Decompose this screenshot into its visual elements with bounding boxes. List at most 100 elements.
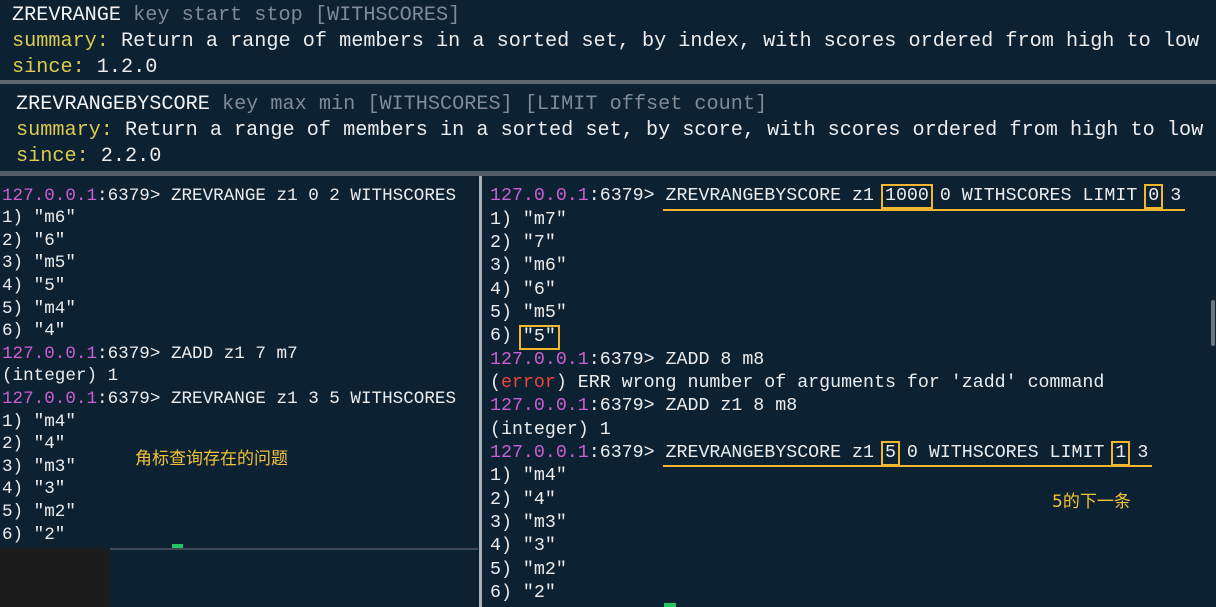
- section-divider: [0, 80, 1216, 84]
- result-index: 6): [490, 326, 512, 347]
- result-index: 4): [2, 276, 24, 297]
- result-value: "2": [522, 583, 556, 604]
- prompt-line: 127.0.0.1 :6379> ZADD 8 m8: [490, 349, 1185, 372]
- result-value: "m4": [33, 411, 76, 432]
- terminal-output: 127.0.0.1 :6379> ZREVRANGEBYSCORE z1 100…: [490, 184, 1186, 605]
- help-args: key start stop [WITHSCORES]: [133, 4, 461, 27]
- result-value: "4": [33, 321, 66, 342]
- prompt-port: :6379>: [97, 389, 161, 410]
- error-message: ) ERR wrong number of arguments for 'zad…: [555, 373, 1105, 394]
- prompt-host: 127.0.0.1: [2, 343, 98, 364]
- help-command: ZREVRANGEBYSCORE: [16, 93, 210, 116]
- result-index: 2): [2, 434, 24, 455]
- prompt-host: 127.0.0.1: [2, 389, 98, 410]
- highlighted-offset: 0: [1144, 184, 1164, 210]
- command-segment: 3: [1159, 186, 1182, 207]
- result-index: 2): [490, 489, 512, 510]
- result-index: 1): [490, 209, 512, 230]
- result-row: 2) "7": [490, 232, 1185, 255]
- result-index: 5): [490, 303, 512, 324]
- highlighted-max-score: 1000: [880, 184, 933, 210]
- result-value: "7": [522, 232, 556, 253]
- result-index: 6): [2, 524, 24, 545]
- result-value: "3": [33, 479, 66, 500]
- result-index: 4): [2, 479, 24, 500]
- since-version: 2.2.0: [100, 145, 162, 168]
- help-args: key max min [WITHSCORES] [LIMIT offset c…: [221, 93, 768, 116]
- prompt-line: 127.0.0.1 :6379> ZREVRANGEBYSCORE z1 100…: [490, 184, 1186, 211]
- result-index: 3): [490, 256, 512, 277]
- command-entry: 127.0.0.1 :6379> ZREVRANGE z1 0 2 WITHSC…: [2, 185, 456, 343]
- command-text: ZREVRANGEBYSCORE z1 5 0 WITHSCORES LIMIT…: [662, 441, 1153, 468]
- help-signature: ZREVRANGE key start stop [WITHSCORES]: [12, 3, 1199, 29]
- result-index: 1): [490, 466, 512, 487]
- result-row: 4) "3": [2, 478, 456, 501]
- result-row: 6) "5": [490, 324, 1185, 350]
- command-text: ZREVRANGE z1 3 5 WITHSCORES: [170, 389, 457, 410]
- result-value: "6": [522, 279, 556, 300]
- result-value: "5": [33, 276, 66, 297]
- result-row: 1) "m4": [2, 411, 456, 434]
- help-signature: ZREVRANGEBYSCORE key max min [WITHSCORES…: [16, 92, 1203, 118]
- scrollbar-thumb[interactable]: [1211, 300, 1215, 346]
- result-value: "m6": [33, 208, 76, 229]
- prompt-host: 127.0.0.1: [2, 185, 98, 206]
- result-index: 5): [490, 559, 512, 580]
- prompt-port: :6379>: [588, 186, 655, 207]
- result-value: "m2": [33, 502, 76, 522]
- command-text: ZADD 8 m8: [665, 349, 765, 370]
- result-row: 4) "6": [490, 279, 1185, 302]
- highlighted-result-value: "5": [518, 324, 560, 350]
- prompt-line: 127.0.0.1 :6379> ZREVRANGE z1 0 2 WITHSC…: [2, 185, 456, 208]
- command-entry: 127.0.0.1 :6379> ZREVRANGEBYSCORE z1 100…: [490, 184, 1186, 350]
- terminal-pane-right[interactable]: 127.0.0.1 :6379> ZREVRANGEBYSCORE z1 100…: [482, 176, 1216, 607]
- command-help-zrevrange: ZREVRANGE key start stop [WITHSCORES] su…: [12, 3, 1199, 81]
- command-entry: 127.0.0.1 :6379> ZREVRANGEBYSCORE z1 5 0…: [490, 441, 1185, 605]
- prompt-line: 127.0.0.1 :6379> ZADD z1 8 m8: [490, 395, 1185, 418]
- summary-text: Return a range of members in a sorted se…: [125, 119, 1204, 142]
- help-summary: summary: Return a range of members in a …: [12, 29, 1199, 55]
- result-row: 1) "m6": [2, 207, 456, 230]
- result-value: "4": [33, 434, 66, 455]
- result-value: "m3": [522, 513, 567, 534]
- command-text: ZREVRANGEBYSCORE z1 1000 0 WITHSCORES LI…: [662, 184, 1186, 211]
- result-row: 3) "m6": [490, 255, 1185, 278]
- since-label: since:: [16, 145, 89, 168]
- command-segment: ZREVRANGEBYSCORE z1: [665, 443, 885, 464]
- annotation-note: 5的下一条: [1052, 492, 1131, 512]
- result-row: 5) "m5": [490, 302, 1185, 325]
- summary-label: summary:: [12, 30, 109, 53]
- result-row: 6) "2": [490, 582, 1185, 605]
- result-value: "m7": [522, 209, 567, 230]
- result-row: 4) "3": [490, 535, 1185, 558]
- help-command: ZREVRANGE: [12, 4, 122, 27]
- command-entry: 127.0.0.1 :6379> ZADD z1 8 m8 (integer) …: [490, 395, 1185, 442]
- result-value: "2": [33, 524, 66, 545]
- result-index: 6): [2, 321, 24, 342]
- terminal-pane-left[interactable]: 127.0.0.1 :6379> ZREVRANGE z1 0 2 WITHSC…: [0, 176, 478, 607]
- result-index: 2): [490, 232, 512, 253]
- result-row: 5) "m2": [2, 501, 456, 524]
- prompt-port: :6379>: [588, 443, 655, 464]
- command-segment: ZREVRANGEBYSCORE z1: [665, 186, 885, 207]
- highlighted-offset: 1: [1111, 441, 1131, 467]
- result-value: "m4": [522, 466, 567, 487]
- result-row: 3) "m5": [2, 252, 456, 275]
- result-index: 5): [2, 298, 24, 319]
- result-row: 1) "m4": [490, 465, 1185, 488]
- result-row: 1) "m7": [490, 209, 1185, 232]
- result-value: "m4": [33, 298, 76, 319]
- reply-line: (integer) 1: [2, 365, 456, 388]
- command-text: ZREVRANGE z1 0 2 WITHSCORES: [170, 185, 457, 206]
- prompt-host: 127.0.0.1: [490, 186, 589, 207]
- command-segment: 3: [1126, 443, 1149, 464]
- result-value: "6": [33, 230, 66, 251]
- command-help-zrevrangebyscore: ZREVRANGEBYSCORE key max min [WITHSCORES…: [16, 92, 1203, 170]
- result-row: 4) "5": [2, 275, 456, 298]
- pane-bottom-rule: [110, 548, 478, 550]
- result-row: 3) "m3": [490, 512, 1185, 535]
- result-index: 4): [490, 279, 512, 300]
- error-paren: (: [490, 373, 501, 394]
- integer-reply: (integer) 1: [2, 366, 119, 387]
- terminal-output: 127.0.0.1 :6379> ZREVRANGE z1 0 2 WITHSC…: [2, 185, 456, 547]
